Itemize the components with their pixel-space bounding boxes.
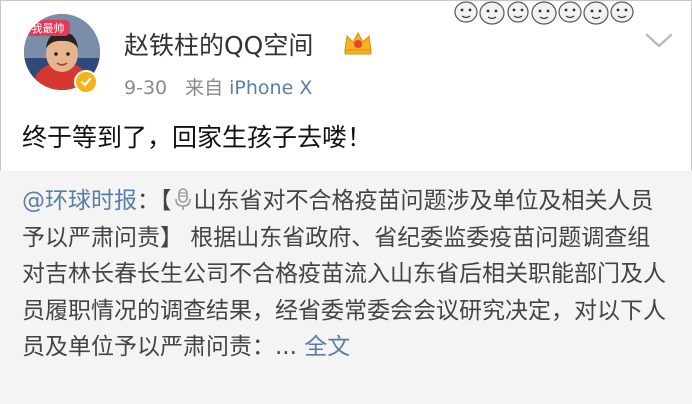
repost-content: @环球时报：【 山东省对不合格疫苗问题涉及单位及相关人员予以严肃问责】 根据山东省…	[22, 183, 672, 366]
source-label: 来自	[185, 77, 224, 99]
headline-bracket-close: 】	[160, 224, 183, 251]
microphone-icon	[174, 188, 191, 210]
post-header: 我最帅 赵铁柱的QQ空间 9-30 来自 iPhone X	[0, 0, 692, 112]
post-text: 终于等到了，回家生孩子去喽！	[22, 123, 373, 152]
post-date: 9-30	[124, 77, 168, 99]
svg-text:我最帅: 我最帅	[32, 22, 65, 35]
vip-crown-icon[interactable]	[343, 30, 373, 56]
repost-card[interactable]: @环球时报：【 山东省对不合格疫苗问题涉及单位及相关人员予以严肃问责】 根据山东省…	[0, 171, 692, 404]
username[interactable]: 赵铁柱的QQ空间	[124, 26, 313, 62]
headline-bracket-open: 【	[160, 188, 172, 214]
chevron-down-icon[interactable]	[644, 30, 674, 50]
repost-author-link[interactable]: @环球时报	[22, 188, 137, 214]
repost-colon: ：	[137, 188, 160, 214]
device-link[interactable]: iPhone X	[229, 77, 312, 99]
verified-badge-icon	[74, 70, 98, 94]
decorative-faces-banner	[454, 1, 634, 25]
post-meta: 9-30 来自 iPhone X	[124, 73, 312, 100]
read-full-link[interactable]: 全文	[304, 334, 350, 360]
